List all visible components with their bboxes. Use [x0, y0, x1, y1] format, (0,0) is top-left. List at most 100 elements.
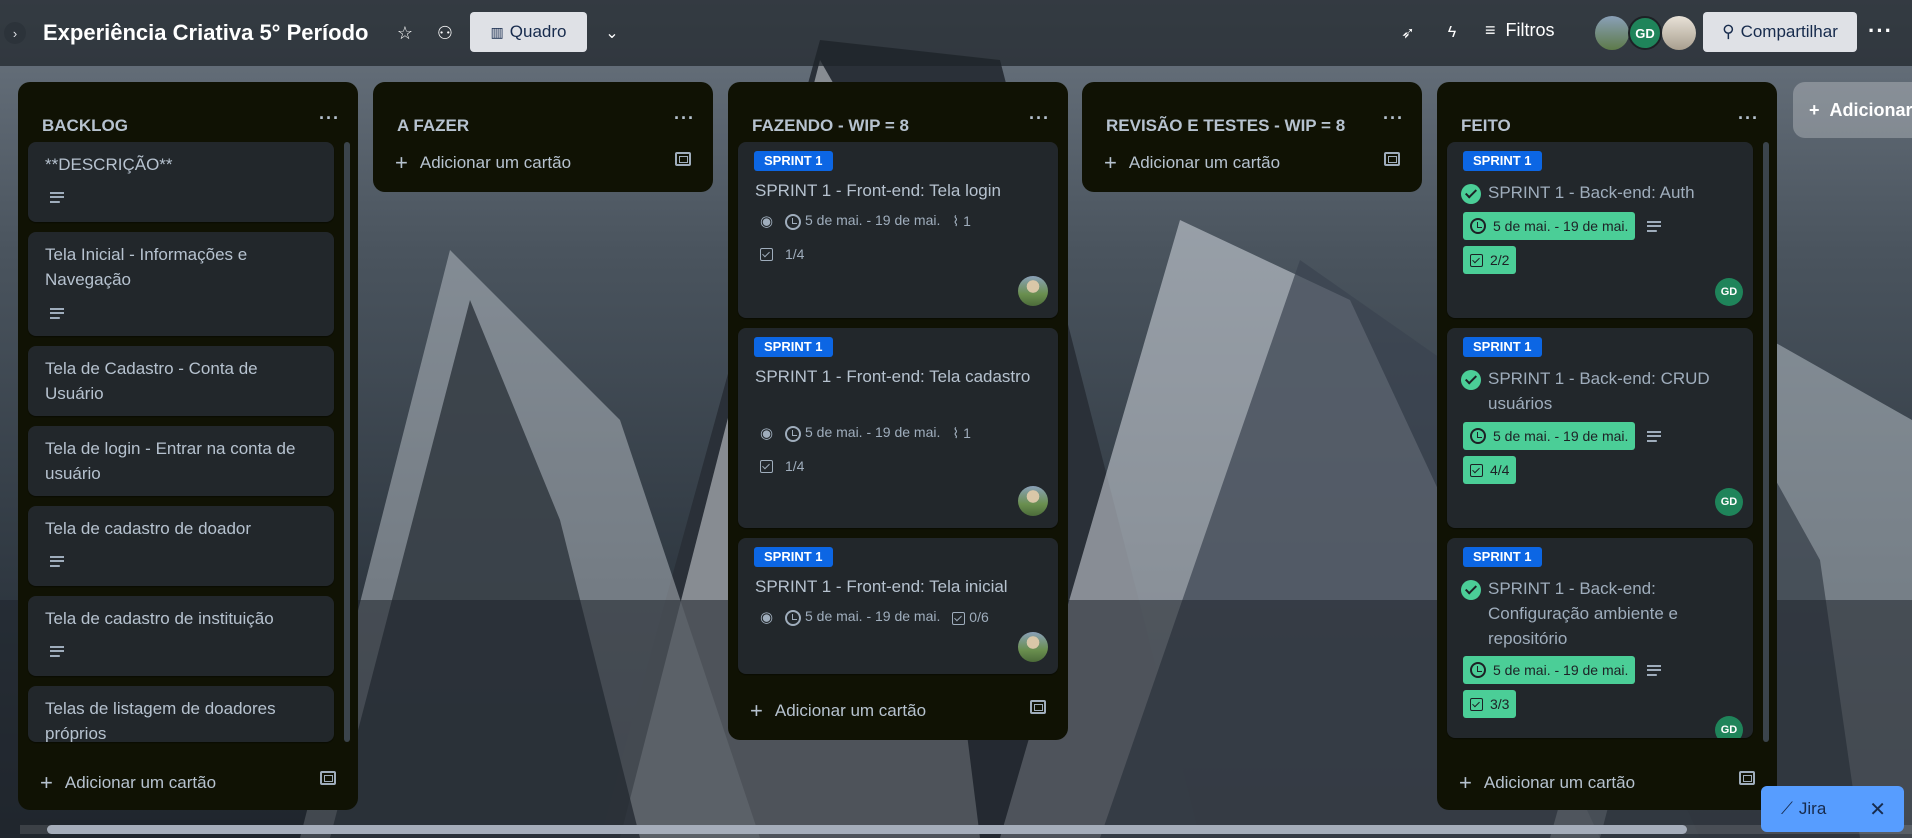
avatar[interactable]	[1662, 16, 1696, 50]
list-menu-icon[interactable]: ···	[674, 108, 695, 129]
card-template-icon[interactable]	[320, 771, 336, 785]
card-title: Telas de listagem de doadores próprios	[45, 699, 276, 742]
avatar[interactable]	[1595, 16, 1629, 50]
board-scrollbar[interactable]	[47, 825, 1687, 834]
list-title[interactable]: A FAZER	[397, 116, 469, 136]
card-badges: ◉ 5 de mai. - 19 de mai. ⌇ 1	[760, 212, 971, 230]
checklist-badge: 2/2	[1463, 246, 1517, 274]
avatar-gd[interactable]: GD	[1715, 488, 1743, 516]
list-item[interactable]: Tela Inicial - Informações e Navegação	[28, 232, 334, 336]
add-card-button[interactable]: + Adicionar um cartão	[1104, 150, 1280, 176]
card-template-icon[interactable]	[1384, 152, 1400, 166]
list-item[interactable]: SPRINT 1 SPRINT 1 - Front-end: Tela inic…	[738, 538, 1058, 674]
list-scrollbar[interactable]	[344, 142, 350, 742]
card-template-icon[interactable]	[1030, 700, 1046, 714]
list-item[interactable]: SPRINT 1 SPRINT 1 - Back-end: Auth 5 de …	[1447, 142, 1753, 318]
list-title[interactable]: FEITO	[1461, 116, 1511, 136]
list-item[interactable]: SPRINT 1 SPRINT 1 - Front-end: Tela logi…	[738, 142, 1058, 318]
sprint-label[interactable]: SPRINT 1	[1463, 151, 1542, 171]
jira-button[interactable]: ⟋ Jira ✕	[1761, 786, 1904, 832]
clock-icon	[785, 213, 802, 230]
list-item[interactable]: SPRINT 1 SPRINT 1 - Back-end: CRUD usuár…	[1447, 328, 1753, 528]
star-icon[interactable]: ☆	[394, 22, 416, 44]
add-card-button[interactable]: + Adicionar um cartão	[750, 698, 926, 724]
list-item[interactable]: Tela de login - Entrar na conta de usuár…	[28, 426, 334, 496]
clock-icon	[1470, 662, 1486, 678]
due-date-badge[interactable]: 5 de mai. - 19 de mai.	[1463, 656, 1636, 684]
list-item[interactable]: Tela de Cadastro - Conta de Usuário	[28, 346, 334, 416]
list-menu-icon[interactable]: ···	[1029, 108, 1050, 129]
avatar-gd[interactable]: GD	[1715, 716, 1743, 738]
card-template-icon[interactable]	[675, 152, 691, 166]
list-item[interactable]: Tela de cadastro de instituição	[28, 596, 334, 676]
checklist-count: 2/2	[1490, 252, 1510, 268]
list-scrollbar[interactable]	[1763, 142, 1769, 742]
list-item[interactable]: Telas de listagem de doadores próprios	[28, 686, 334, 742]
sprint-label[interactable]: SPRINT 1	[1463, 337, 1542, 357]
share-button[interactable]: ⚲ Compartilhar	[1703, 12, 1857, 52]
add-card-button[interactable]: + Adicionar um cartão	[395, 150, 571, 176]
list-title[interactable]: FAZENDO - WIP = 8	[752, 116, 909, 136]
sprint-label[interactable]: SPRINT 1	[1463, 547, 1542, 567]
add-list-label: Adicionar	[1829, 99, 1912, 120]
list-title[interactable]: REVISÃO E TESTES - WIP = 8	[1106, 116, 1345, 136]
checklist-icon	[1470, 253, 1483, 267]
add-list-button[interactable]: + Adicionar	[1793, 82, 1912, 138]
card-title: Tela de cadastro de doador	[45, 519, 252, 538]
checklist-icon	[760, 247, 773, 261]
avatar[interactable]	[1018, 486, 1048, 516]
due-date: 5 de mai. - 19 de mai.	[1493, 218, 1629, 234]
chevron-right-icon[interactable]: ›	[4, 22, 26, 44]
due-date-badge: 5 de mai. - 19 de mai.	[785, 608, 941, 626]
due-date-badge[interactable]: 5 de mai. - 19 de mai.	[1463, 212, 1636, 240]
checklist-count: 1/4	[785, 458, 805, 474]
workspace-visibility-icon[interactable]: ⚇	[434, 22, 456, 44]
add-card-label: Adicionar um cartão	[419, 153, 572, 172]
due-date: 5 de mai. - 19 de mai.	[804, 608, 941, 625]
complete-check-icon[interactable]	[1461, 184, 1481, 204]
chevron-down-icon[interactable]: ⌄	[601, 22, 623, 44]
automation-icon[interactable]: ϟ	[1441, 22, 1463, 44]
power-ups-icon[interactable]: ➶	[1397, 22, 1419, 44]
description-icon	[50, 308, 64, 319]
card-title: Tela de cadastro de instituição	[45, 609, 274, 628]
card-template-icon[interactable]	[1739, 771, 1755, 785]
list-item[interactable]: **DESCRIÇÃO**	[28, 142, 334, 222]
more-icon[interactable]: ···	[1868, 18, 1893, 44]
close-icon[interactable]: ✕	[1869, 797, 1886, 822]
attachment-badge: ⌇ 1	[952, 424, 971, 441]
filters-label: Filtros	[1505, 20, 1555, 40]
board-title[interactable]: Experiência Criativa 5° Período	[43, 20, 369, 46]
avatar-gd[interactable]: GD	[1715, 278, 1743, 306]
card-title: SPRINT 1 - Back-end: Auth	[1488, 183, 1695, 202]
board-view-button[interactable]: ▥ Quadro	[470, 12, 587, 52]
avatar[interactable]	[1018, 632, 1048, 662]
list-item[interactable]: SPRINT 1 SPRINT 1 - Front-end: Tela cada…	[738, 328, 1058, 528]
card-badges: 2/2	[1463, 246, 1517, 274]
card-badges: 3/3	[1463, 690, 1517, 718]
eye-icon: ◉	[760, 609, 774, 626]
filters-button[interactable]: ≡ Filtros	[1485, 20, 1555, 41]
list-item[interactable]: Tela de cadastro de doador	[28, 506, 334, 586]
due-date-badge: 5 de mai. - 19 de mai.	[785, 424, 940, 442]
complete-check-icon[interactable]	[1461, 580, 1481, 600]
checklist-icon	[1470, 697, 1483, 711]
list-menu-icon[interactable]: ···	[319, 108, 340, 129]
complete-check-icon[interactable]	[1461, 370, 1481, 390]
checklist-badge: 1/4	[760, 458, 804, 474]
due-date-badge[interactable]: 5 de mai. - 19 de mai.	[1463, 422, 1636, 450]
sprint-label[interactable]: SPRINT 1	[754, 151, 833, 171]
list-menu-icon[interactable]: ···	[1738, 108, 1759, 129]
add-card-button[interactable]: + Adicionar um cartão	[1459, 770, 1635, 796]
checklist-badge: 1/4	[760, 246, 804, 262]
avatar[interactable]	[1018, 276, 1048, 306]
plus-icon: +	[40, 770, 53, 795]
sprint-label[interactable]: SPRINT 1	[754, 337, 833, 357]
list-item[interactable]: SPRINT 1 SPRINT 1 - Back-end: Configuraç…	[1447, 538, 1753, 738]
list-menu-icon[interactable]: ···	[1383, 108, 1404, 129]
list-title[interactable]: BACKLOG	[42, 116, 128, 136]
avatar-gd[interactable]: GD	[1628, 16, 1662, 50]
add-card-button[interactable]: + Adicionar um cartão	[40, 770, 216, 796]
board-icon: ▥	[490, 23, 504, 40]
sprint-label[interactable]: SPRINT 1	[754, 547, 833, 567]
